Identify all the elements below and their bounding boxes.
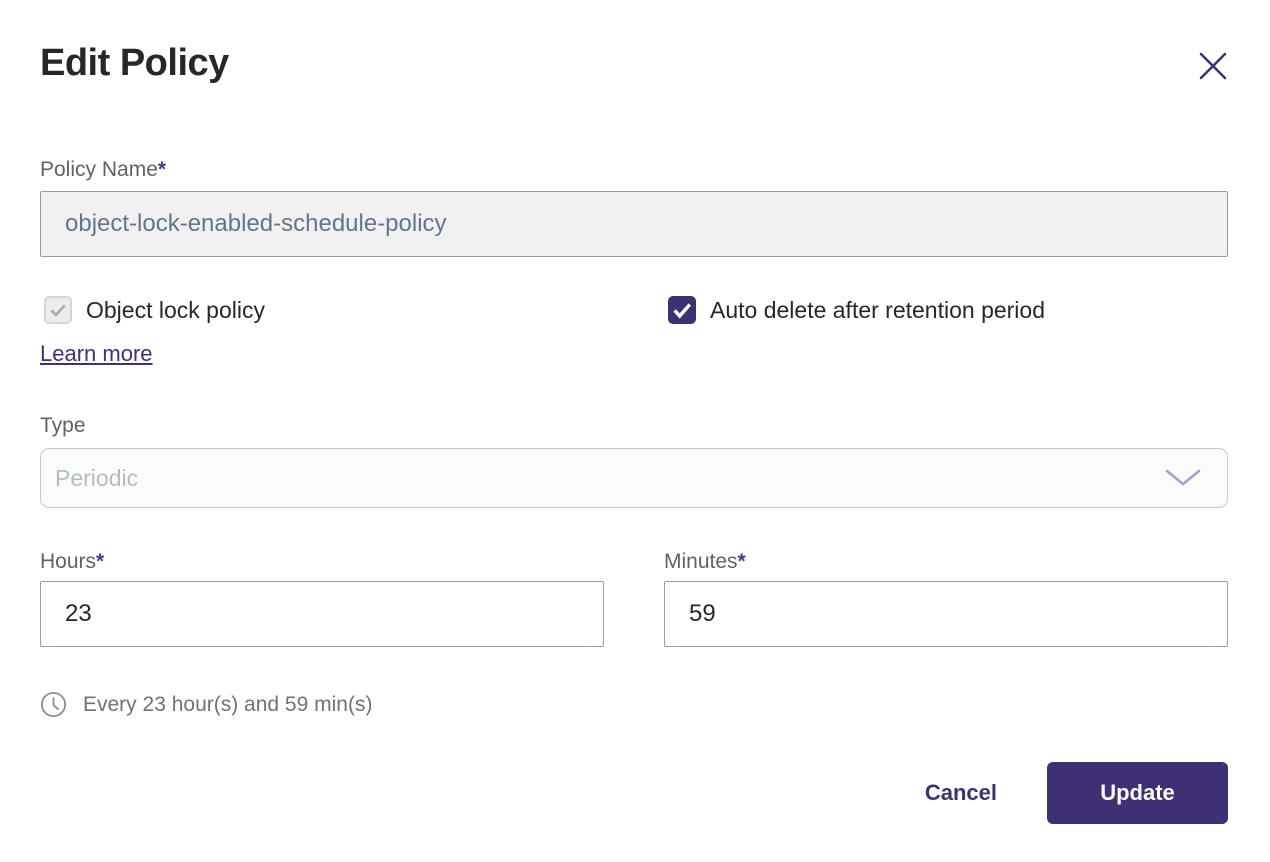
object-lock-group: Object lock policy Learn more: [40, 296, 604, 367]
minutes-label: Minutes*: [664, 550, 1228, 574]
dialog-title: Edit Policy: [40, 40, 229, 86]
object-lock-checkbox-row: Object lock policy: [40, 296, 604, 324]
schedule-summary-row: Every 23 hour(s) and 59 min(s): [40, 691, 1228, 718]
auto-delete-group: Auto delete after retention period: [664, 296, 1228, 367]
required-asterisk: *: [738, 550, 746, 573]
schedule-summary-text: Every 23 hour(s) and 59 min(s): [83, 693, 372, 717]
object-lock-label: Object lock policy: [86, 297, 265, 324]
check-icon: [48, 300, 68, 320]
clock-icon: [40, 691, 67, 718]
policy-name-input: [40, 191, 1228, 257]
close-button[interactable]: [1198, 51, 1228, 81]
required-asterisk: *: [96, 550, 104, 573]
minutes-field: Minutes*: [664, 550, 1228, 647]
hours-label: Hours*: [40, 550, 604, 574]
learn-more-link[interactable]: Learn more: [40, 341, 153, 367]
hours-label-text: Hours: [40, 550, 96, 573]
dialog-header: Edit Policy: [40, 40, 1228, 86]
cancel-button[interactable]: Cancel: [925, 780, 997, 806]
minutes-input[interactable]: [664, 581, 1228, 647]
required-asterisk: *: [158, 158, 166, 181]
dialog-footer: Cancel Update: [40, 762, 1228, 824]
minutes-label-text: Minutes: [664, 550, 738, 573]
auto-delete-label: Auto delete after retention period: [710, 297, 1045, 324]
auto-delete-checkbox-row[interactable]: Auto delete after retention period: [664, 296, 1228, 324]
hours-input[interactable]: [40, 581, 604, 647]
policy-name-label: Policy Name*: [40, 158, 1228, 182]
check-icon: [671, 299, 693, 321]
hours-minutes-section: Hours* Minutes*: [40, 550, 1228, 647]
chevron-down-icon: [1165, 469, 1201, 487]
policy-name-label-text: Policy Name: [40, 158, 158, 181]
checkbox-section: Object lock policy Learn more Auto delet…: [40, 296, 1228, 367]
type-label: Type: [40, 414, 1228, 438]
type-select: Periodic: [40, 448, 1228, 508]
object-lock-checkbox: [44, 296, 72, 324]
hours-field: Hours*: [40, 550, 604, 647]
update-button[interactable]: Update: [1047, 762, 1228, 824]
auto-delete-checkbox[interactable]: [668, 296, 696, 324]
edit-policy-dialog: Edit Policy Policy Name* Object lock pol…: [0, 0, 1270, 862]
close-icon: [1198, 51, 1228, 81]
type-select-value: Periodic: [55, 465, 138, 492]
